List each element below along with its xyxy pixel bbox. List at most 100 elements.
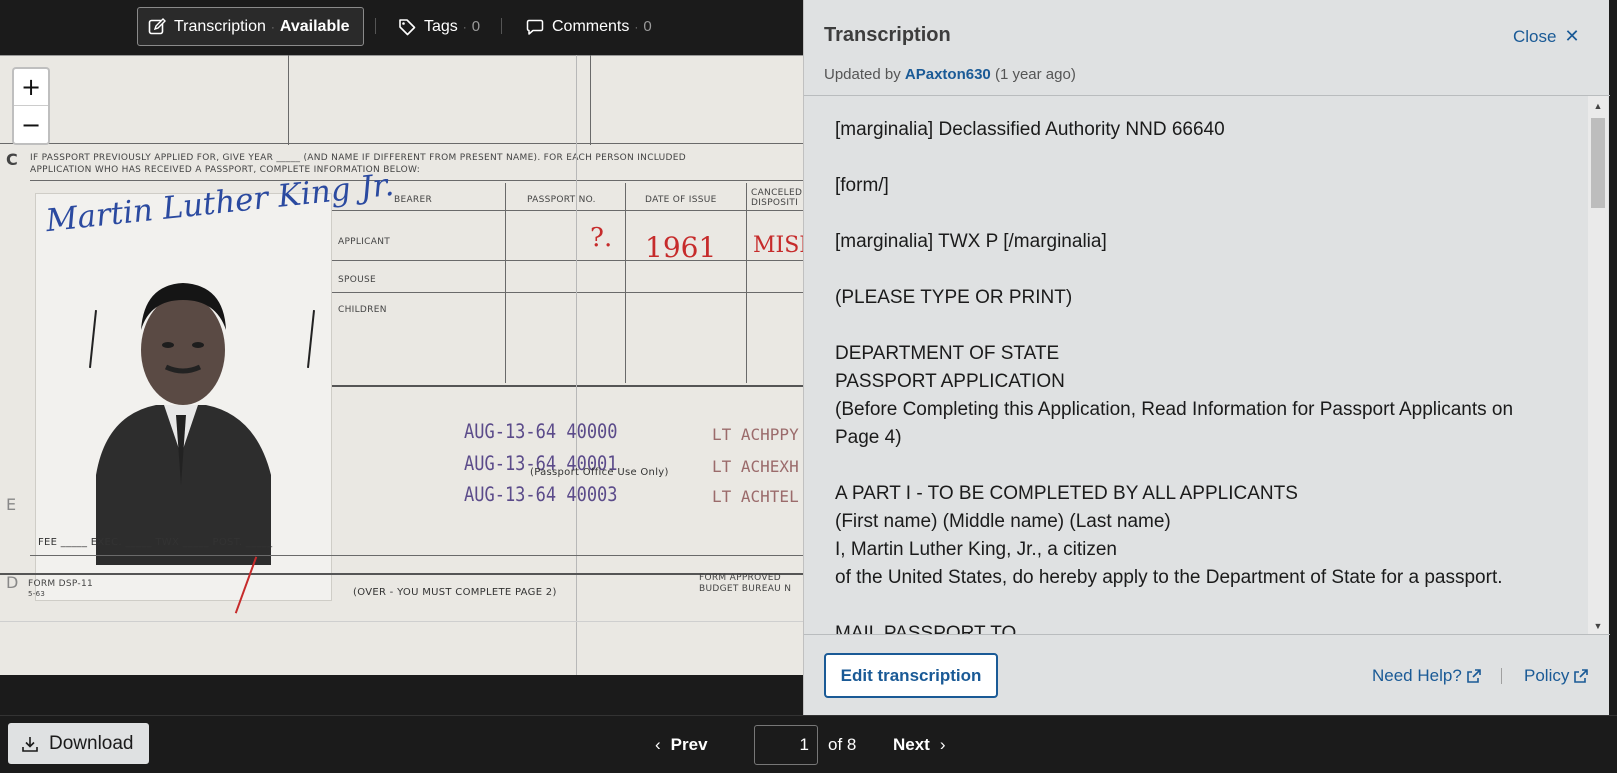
transcription-line: [marginalia] Declassified Authority NND … <box>835 119 1225 140</box>
panel-footer: Edit transcription Need Help? Policy <box>804 636 1610 715</box>
chevron-left-icon: ‹ <box>655 735 661 754</box>
viewer-gutter <box>0 675 803 715</box>
form-date: 5-63 <box>28 590 46 598</box>
transcription-line: MAIL PASSPORT TO <box>835 623 1017 635</box>
lt-stamp-3: LT ACHTEL <box>712 487 799 506</box>
transcription-line <box>835 200 1555 228</box>
transcription-toggle-button[interactable]: Transcription · Available <box>137 7 364 46</box>
need-help-link[interactable]: Need Help? <box>1372 666 1481 686</box>
separator-dot: · <box>462 19 467 34</box>
transcription-line <box>835 256 1555 284</box>
row-children: CHILDREN <box>338 305 387 315</box>
edit-transcription-button[interactable]: Edit transcription <box>824 653 998 698</box>
lt-stamp-2: LT ACHEXH <box>712 457 799 476</box>
updated-when: (1 year ago) <box>994 66 1076 83</box>
external-link-icon <box>1466 669 1481 683</box>
transcription-line <box>835 144 1555 172</box>
scrollbar[interactable]: ▲ ▼ <box>1588 96 1608 634</box>
page-number-input[interactable] <box>754 725 818 765</box>
column-date-of-issue: DATE OF ISSUE <box>645 195 717 205</box>
scroll-down-arrow-icon[interactable]: ▼ <box>1588 618 1608 634</box>
transcription-line: A PART I - TO BE COMPLETED BY ALL APPLIC… <box>835 483 1298 504</box>
toolbar-divider <box>501 18 502 34</box>
tag-icon <box>398 18 416 36</box>
red-annotation-misp: MISP <box>753 233 803 258</box>
zoom-controls: + − <box>12 67 50 145</box>
close-label: Close <box>1513 26 1557 46</box>
column-cancelled: CANCELED DISPOSITI <box>751 188 803 208</box>
form-approved: FORM APPROVED <box>699 573 782 583</box>
updated-by-line: Updated by APaxton630 (1 year ago) <box>824 66 1076 83</box>
transcription-line: of the United States, do hereby apply to… <box>835 567 1503 588</box>
fee-row: FEE _____ EXEC. _____ TWX _____ POST. __… <box>38 537 273 548</box>
comments-label: Comments <box>552 17 630 35</box>
scroll-up-arrow-icon[interactable]: ▲ <box>1588 98 1608 114</box>
download-icon <box>21 735 39 753</box>
tags-count: 0 <box>471 18 481 35</box>
edit-square-icon <box>148 17 166 36</box>
over-note: (OVER - YOU MUST COMPLETE PAGE 2) <box>353 587 557 598</box>
transcription-text: [marginalia] Declassified Authority NND … <box>835 116 1555 635</box>
applicant-portrait <box>96 283 271 565</box>
document-image-viewer[interactable]: C IF PASSPORT PREVIOUSLY APPLIED FOR, GI… <box>0 55 803 675</box>
transcription-line: (Before Completing this Application, Rea… <box>835 399 1514 448</box>
bottom-bar: Download ‹ Prev of 8 Next › <box>0 715 1617 773</box>
comments-button[interactable]: Comments · 0 <box>526 7 652 46</box>
red-annotation-question: ?. <box>590 223 613 253</box>
scrollbar-thumb[interactable] <box>1591 118 1605 208</box>
page-count-label: of 8 <box>828 735 857 754</box>
margin-letter-c: C <box>6 150 19 169</box>
transcription-line: PASSPORT APPLICATION <box>835 371 1065 392</box>
transcription-line <box>835 592 1555 620</box>
close-panel-button[interactable]: Close ✕ <box>1513 26 1580 47</box>
margin-letter-d: D <box>6 573 19 592</box>
comments-count: 0 <box>643 18 652 35</box>
next-page-button[interactable]: Next › <box>893 725 946 765</box>
transcription-line: I, Martin Luther King, Jr., a citizen <box>835 539 1117 560</box>
budget-bureau: BUDGET BUREAU N <box>699 584 792 594</box>
close-x-icon: ✕ <box>1564 26 1580 46</box>
transcription-line: (PLEASE TYPE OR PRINT) <box>835 287 1073 308</box>
date-stamp-1: AUG-13-64 40000 <box>464 420 618 444</box>
prev-label: Prev <box>670 735 708 754</box>
tags-button[interactable]: Tags · 0 <box>398 7 480 46</box>
passport-question-text: IF PASSPORT PREVIOUSLY APPLIED FOR, GIVE… <box>30 153 686 163</box>
policy-link[interactable]: Policy <box>1524 666 1589 686</box>
updated-user-link[interactable]: APaxton630 <box>905 66 991 83</box>
separator-dot: · <box>270 19 275 34</box>
transcription-line <box>835 312 1555 340</box>
chevron-right-icon: › <box>939 735 946 754</box>
download-label: Download <box>49 732 134 754</box>
viewer-toolbar: Transcription · Available Tags · 0 Comme… <box>0 0 803 55</box>
next-label: Next <box>893 735 930 754</box>
row-spouse: SPOUSE <box>338 275 377 285</box>
toolbar-divider <box>375 18 376 34</box>
zoom-in-button[interactable]: + <box>14 69 48 106</box>
tags-label: Tags <box>424 17 458 35</box>
column-passport-no: PASSPORT NO. <box>527 195 596 205</box>
external-link-icon <box>1574 669 1589 683</box>
transcription-label: Transcription <box>174 17 266 35</box>
prev-page-button[interactable]: ‹ Prev <box>655 725 708 765</box>
date-stamp-3: AUG-13-64 40003 <box>464 483 618 507</box>
transcription-line <box>835 452 1555 480</box>
policy-label: Policy <box>1524 666 1570 685</box>
separator-dot: · <box>634 19 639 34</box>
transcription-panel: Transcription Close ✕ Updated by APaxton… <box>803 0 1610 715</box>
form-number: FORM DSP-11 <box>28 579 94 589</box>
transcription-status: Available <box>279 17 350 35</box>
transcription-scroll-area[interactable]: [marginalia] Declassified Authority NND … <box>804 95 1610 635</box>
transcription-line: [marginalia] TWX P [/marginalia] <box>835 231 1107 252</box>
passport-office-use-label: (Passport Office Use Only) <box>530 467 669 478</box>
transcription-line: DEPARTMENT OF STATE <box>835 343 1060 364</box>
column-bearer: BEARER <box>394 195 433 205</box>
lt-stamp-1: LT ACHPPY <box>712 425 799 444</box>
passport-application-scan: C IF PASSPORT PREVIOUSLY APPLIED FOR, GI… <box>0 55 803 675</box>
need-help-label: Need Help? <box>1372 666 1462 685</box>
app-root: Transcription · Available Tags · 0 Comme… <box>0 0 1617 773</box>
row-applicant: APPLICANT <box>338 237 391 247</box>
download-button[interactable]: Download <box>8 723 149 764</box>
updated-prefix: Updated by <box>824 66 901 83</box>
speech-bubble-icon <box>526 18 544 36</box>
zoom-out-button[interactable]: − <box>14 106 48 143</box>
